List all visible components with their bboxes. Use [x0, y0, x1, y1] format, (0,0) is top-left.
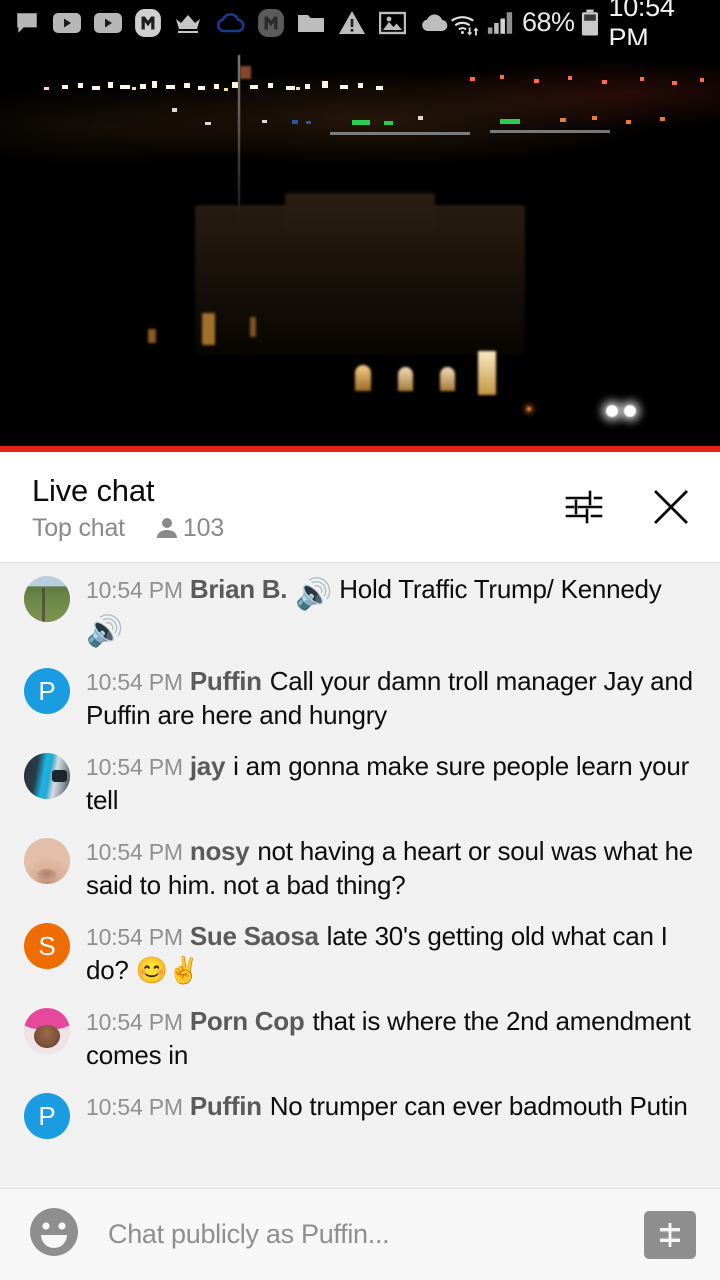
android-status-bar: 68% 10:54 PM	[0, 0, 720, 53]
message-author[interactable]: Porn Cop	[190, 1006, 305, 1036]
cellular-signal-icon	[488, 11, 513, 34]
message-body: 10:54 PM Brian B. 🔊 Hold Traffic Trump/ Ke…	[86, 573, 696, 647]
chat-message-list[interactable]: 10:54 PM Brian B. 🔊 Hold Traffic Trump/ Ke…	[0, 564, 720, 1189]
message-author[interactable]: nosy	[190, 836, 250, 866]
loud-speaker-emoji: 🔊	[86, 615, 124, 648]
avatar[interactable]	[24, 838, 70, 884]
lit-window	[478, 351, 496, 395]
building-silhouette	[195, 205, 525, 355]
loud-speaker-emoji: 🔊	[295, 578, 333, 611]
vehicle-headlights	[606, 405, 640, 420]
message-timestamp: 10:54 PM	[86, 924, 183, 950]
message-timestamp: 10:54 PM	[86, 1009, 183, 1035]
close-chat-button[interactable]	[648, 484, 694, 530]
avatar-letter: P	[38, 1100, 56, 1131]
photo-icon	[379, 11, 406, 34]
chat-message[interactable]: P 10:54 PM Puffin Call your damn troll man…	[0, 656, 720, 741]
live-video-player[interactable]	[0, 45, 720, 452]
chat-input[interactable]	[108, 1219, 632, 1250]
chat-mode-label[interactable]: Top chat	[32, 514, 125, 543]
message-author[interactable]: Sue Saosa	[190, 921, 319, 951]
chat-header-subline: Top chat 103	[32, 514, 560, 543]
battery-icon	[581, 9, 598, 36]
cloud-outline-icon	[216, 12, 245, 32]
avatar-letter: P	[38, 675, 56, 706]
message-timestamp: 10:54 PM	[86, 669, 183, 695]
message-timestamp: 10:54 PM	[86, 754, 183, 780]
status-notification-icons	[14, 8, 449, 37]
avatar[interactable]	[24, 753, 70, 799]
emoji-picker-button[interactable]	[28, 1206, 80, 1263]
chat-message[interactable]: P 10:54 PM Puffin No trumper can ever badm…	[0, 1081, 720, 1148]
avatar[interactable]	[24, 1008, 70, 1054]
crown-icon	[176, 14, 200, 33]
lit-window	[148, 329, 156, 343]
person-icon	[156, 518, 177, 538]
chat-message[interactable]: 10:54 PM Brian B. 🔊 Hold Traffic Trump/ Ke…	[0, 564, 720, 656]
message-body: 10:54 PM nosy not having a heart or soul w…	[86, 835, 696, 902]
super-chat-button[interactable]	[644, 1210, 696, 1259]
cloud-filled-icon	[422, 13, 448, 31]
message-author[interactable]: Puffin	[190, 666, 262, 696]
avatar[interactable]	[24, 576, 70, 622]
emoji-face-icon	[30, 1208, 78, 1256]
chat-composer-bar	[0, 1188, 720, 1280]
super-chat-dollar-icon	[656, 1222, 684, 1247]
live-chat-header: Live chat Top chat 103	[0, 452, 720, 563]
message-author[interactable]: Puffin	[190, 1091, 262, 1121]
chat-header-actions	[560, 484, 694, 530]
chat-message[interactable]: 10:54 PM Porn Cop that is where the 2nd am…	[0, 996, 720, 1081]
street-lamp-light	[527, 407, 531, 411]
lit-window	[355, 365, 371, 391]
message-body: 10:54 PM Sue Saosa late 30's getting old w…	[86, 920, 696, 987]
flagpole	[238, 55, 240, 225]
message-text-part: Hold Traffic Trump/ Kennedy	[332, 574, 662, 604]
close-icon	[654, 490, 688, 524]
youtube-live-chat-screen: 68% 10:54 PM Live chat Top chat 103 10:5…	[0, 0, 720, 1280]
message-timestamp: 10:54 PM	[86, 1094, 183, 1120]
message-body: 10:54 PM Puffin No trumper can ever badmou…	[86, 1090, 696, 1124]
message-timestamp: 10:54 PM	[86, 839, 183, 865]
chat-message[interactable]: S 10:54 PM Sue Saosa late 30's getting old…	[0, 911, 720, 996]
message-timestamp: 10:54 PM	[86, 577, 183, 603]
youtube-icon	[94, 12, 122, 33]
chat-settings-icon	[565, 490, 603, 524]
avatar[interactable]: P	[24, 668, 70, 714]
avatar-letter: S	[38, 930, 56, 961]
mbit-app-dim-icon	[258, 8, 284, 37]
flag	[240, 66, 251, 79]
wifi-data-icon	[451, 15, 479, 36]
youtube-icon	[53, 12, 81, 33]
avatar[interactable]: P	[24, 1093, 70, 1139]
chat-message[interactable]: 10:54 PM nosy not having a heart or soul w…	[0, 826, 720, 911]
page-title: Live chat	[32, 472, 155, 508]
battery-percent-label: 68%	[522, 7, 575, 37]
warning-triangle-icon	[339, 11, 365, 34]
message-author[interactable]: Brian B.	[190, 574, 288, 604]
message-body: 10:54 PM Puffin Call your damn troll manag…	[86, 665, 696, 732]
messaging-icon	[17, 12, 37, 33]
lit-window	[250, 317, 256, 337]
lit-window	[202, 313, 215, 345]
mbit-app-icon	[135, 8, 161, 37]
avatar[interactable]: S	[24, 923, 70, 969]
folder-icon	[298, 14, 324, 32]
chat-settings-button[interactable]	[560, 484, 606, 530]
city-lights-skyline	[0, 71, 720, 101]
mid-ground-lights	[172, 108, 665, 135]
message-text: No trumper can ever badmouth Putin	[269, 1091, 688, 1121]
viewer-count-group: 103	[156, 514, 224, 543]
lit-window	[398, 367, 413, 391]
message-body: 10:54 PM jay i am gonna make sure people l…	[86, 750, 696, 817]
message-author[interactable]: jay	[190, 751, 226, 781]
chat-header-titles: Live chat Top chat 103	[32, 472, 560, 543]
viewer-count: 103	[182, 513, 225, 542]
chat-message[interactable]: 10:54 PM jay i am gonna make sure people l…	[0, 741, 720, 826]
lit-window	[440, 367, 455, 391]
message-body: 10:54 PM Porn Cop that is where the 2nd am…	[86, 1005, 696, 1072]
